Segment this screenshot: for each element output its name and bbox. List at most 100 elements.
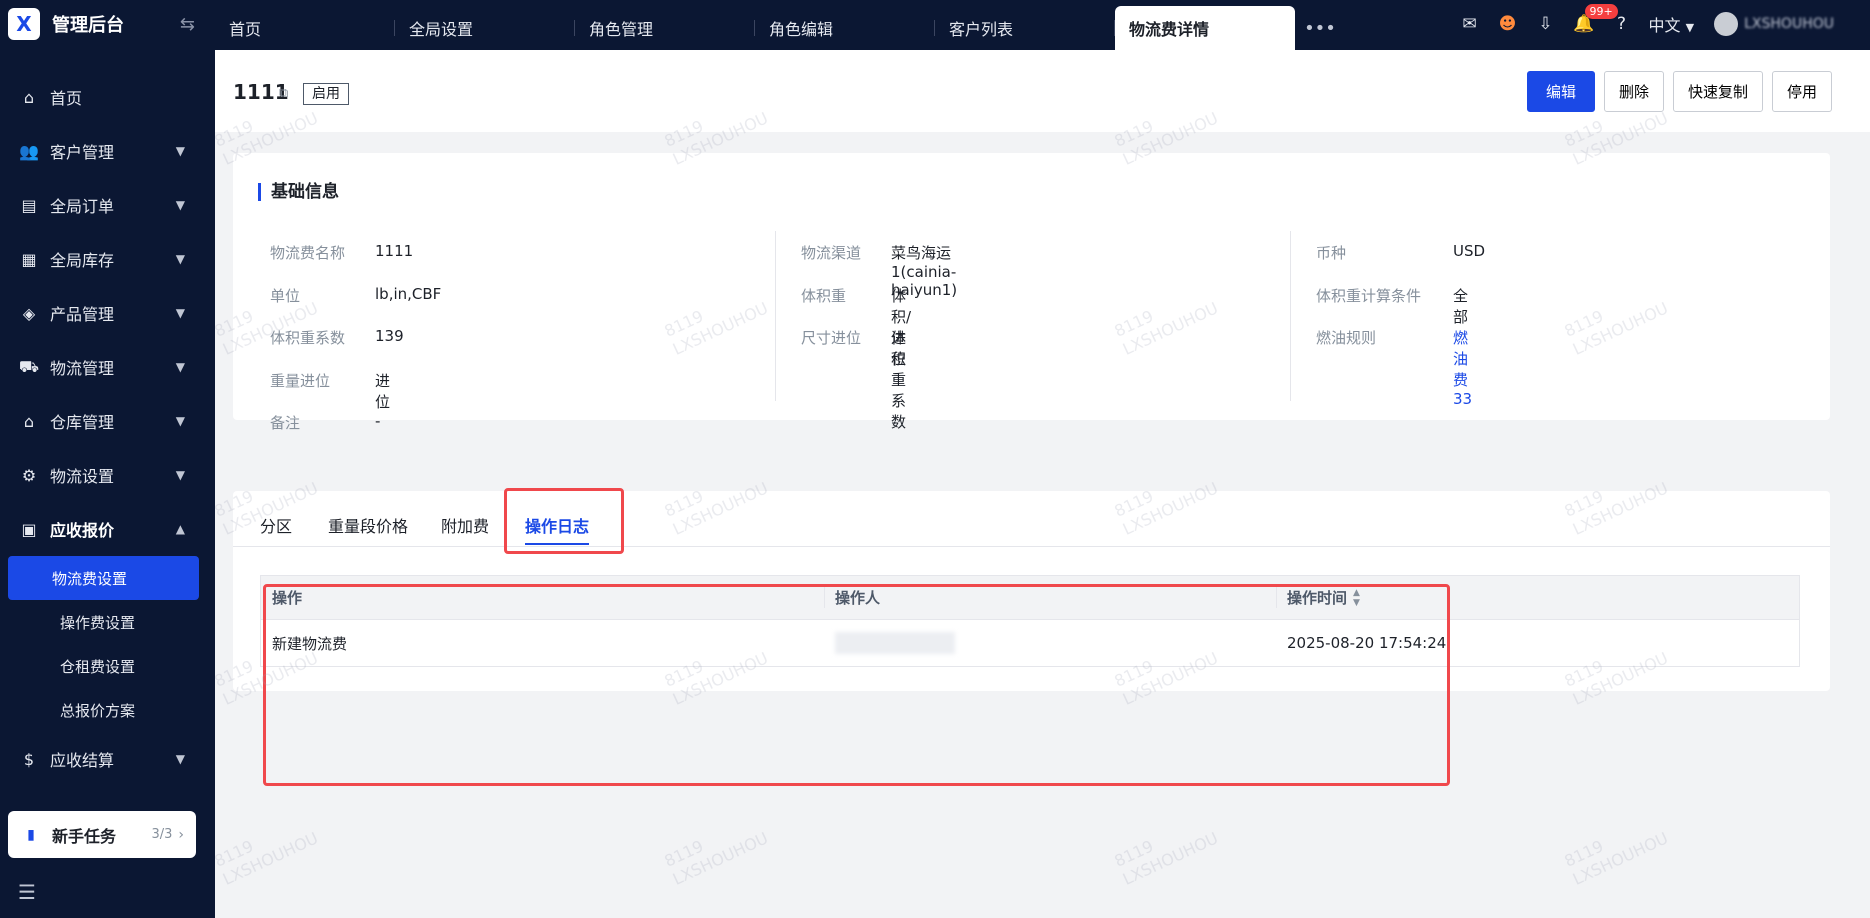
tab-logistics-fee-detail[interactable]: 物流费详情 bbox=[1115, 6, 1295, 50]
field-label: 尺寸进位 bbox=[801, 329, 862, 347]
quote-icon: ▣ bbox=[21, 519, 37, 539]
field-name: 物流费名称 1111 bbox=[270, 242, 413, 263]
sidebar-item-label: 首页 bbox=[50, 89, 83, 108]
user-menu[interactable]: LXSHOUHOU bbox=[1714, 12, 1834, 36]
sidebar-item-logistics-settings[interactable]: ⚙ 物流设置 ▼ bbox=[0, 448, 215, 502]
tab-home[interactable]: 首页 bbox=[215, 6, 395, 50]
sidebar-subitem-quote-plan[interactable]: 总报价方案 bbox=[8, 688, 199, 732]
sidebar-item-inventory[interactable]: ▦ 全局库存 ▼ bbox=[0, 232, 215, 286]
inbox-icon[interactable]: ✉ bbox=[1451, 14, 1489, 34]
novice-task-card[interactable]: ▮ 新手任务 3/3 › bbox=[8, 811, 196, 858]
chevron-down-icon: ▼ bbox=[175, 752, 185, 766]
highlight-table-annotation bbox=[263, 584, 1450, 786]
field-label: 备注 bbox=[270, 414, 301, 432]
collapse-menu-icon[interactable]: ☰ bbox=[18, 880, 36, 904]
field-label: 单位 bbox=[270, 287, 301, 305]
sidebar-item-label: 应收结算 bbox=[50, 751, 115, 770]
tab-role-management[interactable]: 角色管理 bbox=[575, 6, 755, 50]
sidebar-subitem-operation-fee[interactable]: 操作费设置 bbox=[8, 600, 199, 644]
more-tabs-icon[interactable]: ••• bbox=[1295, 6, 1345, 50]
clipboard-icon: ▮ bbox=[27, 826, 35, 843]
chevron-down-icon: ▼ bbox=[175, 252, 185, 266]
brand: X 管理后台 ⇆ bbox=[0, 0, 215, 48]
warehouse-icon: ⌂ bbox=[23, 411, 35, 431]
inventory-icon: ▦ bbox=[21, 249, 37, 269]
sidebar-item-customers[interactable]: 👥 客户管理 ▼ bbox=[0, 124, 215, 178]
field-volume-weight: 体积重 体积/体积重系数 bbox=[801, 285, 911, 431]
fuel-rule-link[interactable]: 燃油费33 bbox=[1453, 327, 1472, 408]
user-name: LXSHOUHOU bbox=[1744, 16, 1834, 32]
field-value: USD bbox=[1453, 242, 1486, 260]
language-label: 中文 bbox=[1648, 16, 1681, 35]
robot-icon[interactable]: ☻ bbox=[1489, 14, 1527, 34]
tab-weight-price[interactable]: 重量段价格 bbox=[328, 513, 408, 537]
sidebar-item-products[interactable]: ◈ 产品管理 ▼ bbox=[0, 286, 215, 340]
chevron-down-icon: ▼ bbox=[175, 360, 185, 374]
column-divider bbox=[775, 231, 776, 401]
sidebar-item-label: 全局库存 bbox=[50, 251, 115, 270]
section-title: 基础信息 bbox=[258, 183, 339, 201]
chevron-down-icon: ▼ bbox=[175, 198, 185, 212]
tab-surcharge[interactable]: 附加费 bbox=[441, 513, 489, 537]
home-icon: ⌂ bbox=[23, 87, 35, 107]
sidebar-item-warehouse[interactable]: ⌂ 仓库管理 ▼ bbox=[0, 394, 215, 448]
disable-button[interactable]: 停用 bbox=[1771, 71, 1832, 112]
field-size-rounding: 尺寸进位 进位 bbox=[801, 327, 906, 368]
novice-task-count: 3/3 bbox=[151, 827, 173, 842]
tab-customer-list[interactable]: 客户列表 bbox=[935, 6, 1115, 50]
field-value: 139 bbox=[375, 327, 404, 345]
highlight-tab-annotation bbox=[504, 488, 624, 554]
basic-info-card: 基础信息 物流费名称 1111 单位 lb,in,CBF 体积重系数 139 重… bbox=[233, 153, 1830, 432]
field-value: 1111 bbox=[375, 242, 414, 260]
sidebar-item-settlement[interactable]: $ 应收结算 ▼ bbox=[0, 732, 215, 786]
side-menu: ⌂ 首页 👥 客户管理 ▼ ▤ 全局订单 ▼ ▦ 全局库存 ▼ ◈ 产品管理 ▼… bbox=[0, 70, 215, 786]
tab-role-edit[interactable]: 角色编辑 bbox=[755, 6, 935, 50]
field-currency: 币种 USD bbox=[1316, 242, 1485, 263]
tab-global-settings[interactable]: 全局设置 bbox=[395, 6, 575, 50]
watermark: 8119 LXSHOUHOU bbox=[661, 828, 771, 889]
tab-bar: 首页 全局设置 角色管理 角色编辑 客户列表 物流费详情 ••• ✉ ☻ ⇩ 🔔… bbox=[215, 0, 1870, 50]
order-icon: ▤ bbox=[21, 195, 37, 215]
copy-icon[interactable]: ⧉ bbox=[279, 86, 288, 101]
sidebar-item-label: 应收报价 bbox=[50, 521, 115, 540]
field-value: 进位 bbox=[375, 372, 391, 411]
field-label: 体积重系数 bbox=[270, 329, 346, 347]
edit-button[interactable]: 编辑 bbox=[1526, 71, 1595, 112]
field-weight-rounding: 重量进位 进位 bbox=[270, 370, 390, 411]
download-icon[interactable]: ⇩ bbox=[1527, 14, 1565, 34]
field-value: 全部 bbox=[1453, 287, 1469, 326]
delete-button[interactable]: 删除 bbox=[1603, 71, 1664, 112]
truck-icon: ⛟ bbox=[18, 356, 40, 376]
chevron-down-icon: ▼ bbox=[175, 144, 185, 158]
caret-down-icon: ▼ bbox=[1685, 21, 1695, 34]
bell-icon[interactable]: 🔔 99+ bbox=[1565, 4, 1618, 34]
top-tools: ✉ ☻ ⇩ 🔔 99+ ? 中文 ▼ LXSHOUHOU bbox=[1451, 0, 1870, 48]
field-fuel-rule: 燃油规则 燃油费33 bbox=[1316, 327, 1472, 408]
sidebar-item-logistics[interactable]: ⛟ 物流管理 ▼ bbox=[0, 340, 215, 394]
brand-logo: X bbox=[8, 8, 40, 40]
users-icon: 👥 bbox=[19, 141, 39, 161]
field-label: 币种 bbox=[1316, 244, 1347, 262]
sidebar-item-label: 客户管理 bbox=[50, 143, 115, 162]
field-label: 物流费名称 bbox=[270, 244, 346, 262]
tab-zone[interactable]: 分区 bbox=[260, 513, 292, 537]
sidebar-item-quote[interactable]: ▣ 应收报价 ▲ bbox=[0, 502, 215, 556]
watermark: 8119 LXSHOUHOU bbox=[1561, 828, 1671, 889]
language-select[interactable]: 中文 ▼ bbox=[1649, 12, 1695, 36]
field-value: 进位 bbox=[891, 329, 907, 368]
sidebar-subitem-storage-fee[interactable]: 仓租费设置 bbox=[8, 644, 199, 688]
help-icon[interactable]: ? bbox=[1603, 14, 1641, 34]
field-channel: 物流渠道 菜鸟海运1(cainia-haiyun1) bbox=[801, 242, 957, 299]
sidebar-item-orders[interactable]: ▤ 全局订单 ▼ bbox=[0, 178, 215, 232]
quick-copy-button[interactable]: 快速复制 bbox=[1672, 71, 1763, 112]
swap-icon[interactable]: ⇆ bbox=[180, 14, 195, 35]
sidebar-item-home[interactable]: ⌂ 首页 bbox=[0, 70, 215, 124]
watermark: 8119 LXSHOUHOU bbox=[211, 828, 321, 889]
sidebar-subitem-logistics-fee[interactable]: 物流费设置 bbox=[8, 556, 199, 600]
chevron-up-icon: ▲ bbox=[175, 522, 185, 536]
watermark: 8119 LXSHOUHOU bbox=[1111, 828, 1221, 889]
field-remark: 备注 - bbox=[270, 412, 380, 433]
sidebar-item-label: 全局订单 bbox=[50, 197, 115, 216]
product-icon: ◈ bbox=[22, 303, 36, 323]
chevron-right-icon: › bbox=[178, 826, 184, 843]
